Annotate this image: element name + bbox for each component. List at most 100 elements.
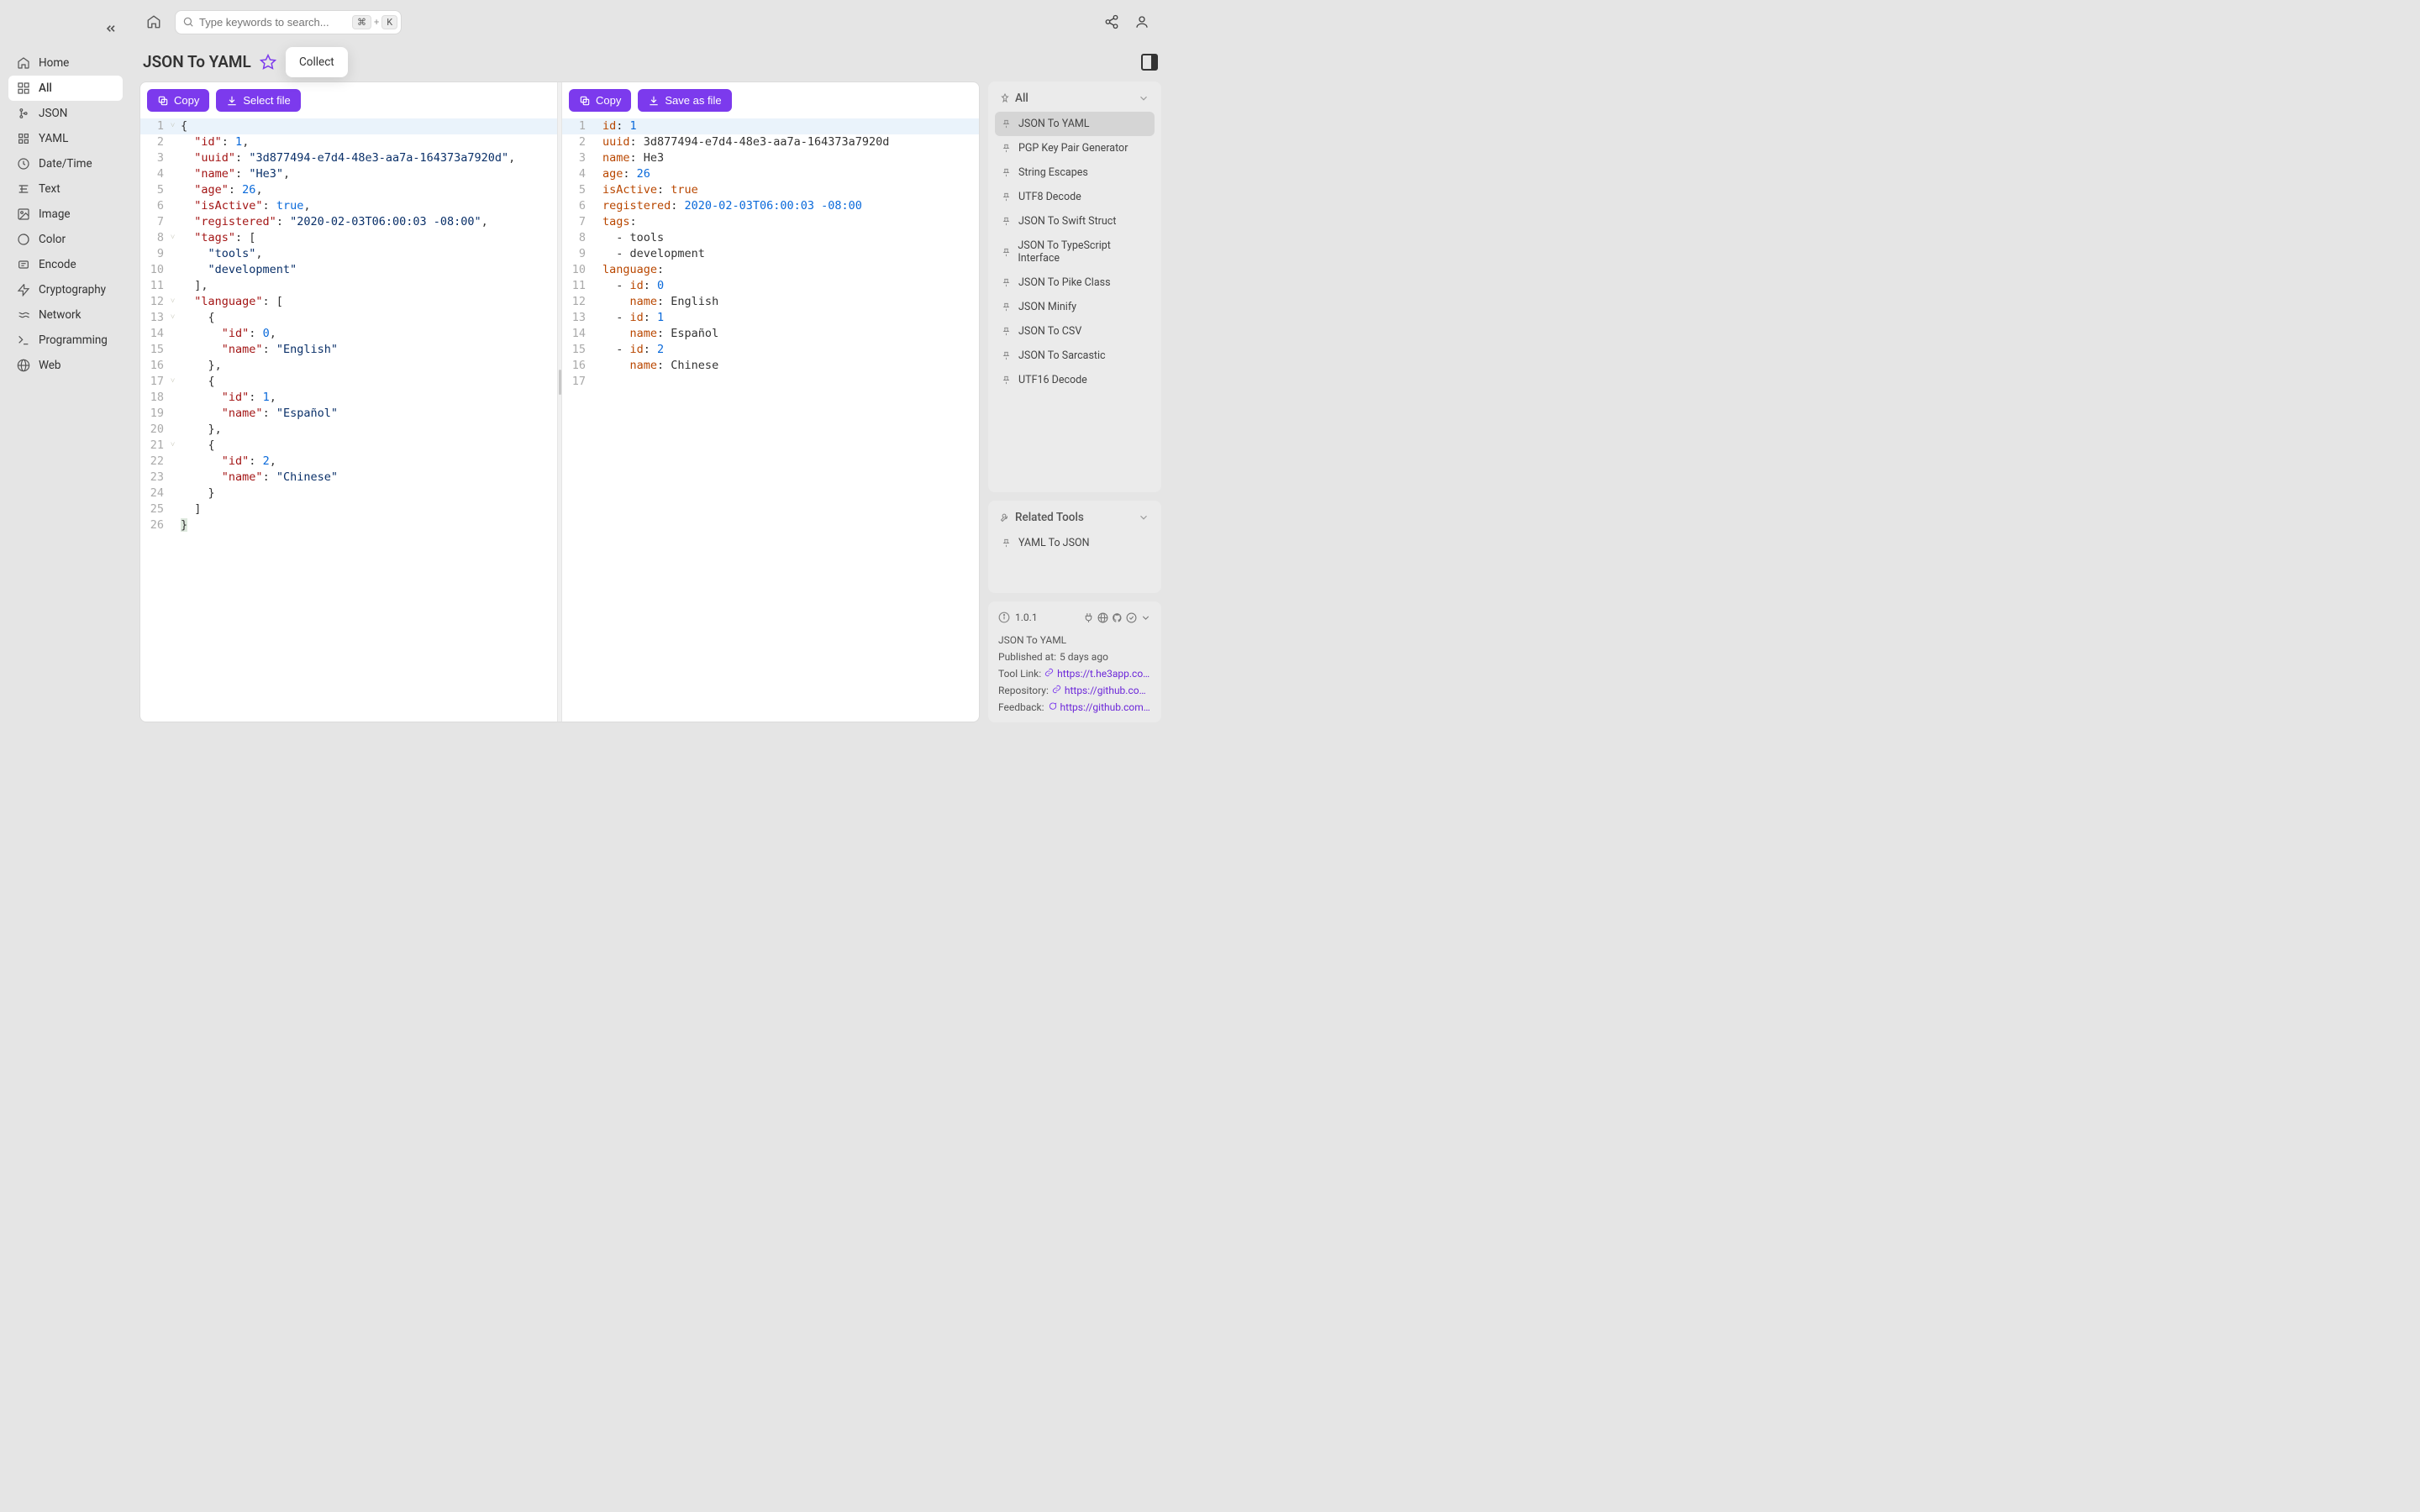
sidebar-item-yaml[interactable]: YAML	[8, 126, 123, 151]
rail-item[interactable]: JSON To Swift Struct	[995, 209, 1155, 234]
sidebar-item-color[interactable]: Color	[8, 227, 123, 252]
favorite-star-button[interactable]	[260, 54, 276, 71]
layout-toggle-button[interactable]	[1141, 54, 1158, 71]
home-button[interactable]	[141, 9, 166, 34]
feedback-link[interactable]: https://github.com/…	[1060, 701, 1151, 713]
sidebar-item-web[interactable]: Web	[8, 353, 123, 378]
user-icon[interactable]	[1134, 14, 1150, 29]
select-file-button[interactable]: Select file	[216, 89, 300, 112]
rail-item[interactable]: String Escapes	[995, 160, 1155, 185]
related-tools-header: Related Tools	[1015, 511, 1084, 524]
search-input[interactable]	[199, 16, 347, 29]
chevron-down-icon[interactable]	[1138, 512, 1150, 523]
info-panel: 1.0.1 JSON To YAML Published at: 5 days …	[988, 601, 1161, 722]
sidebar-item-label: Text	[39, 182, 60, 196]
sidebar-item-json[interactable]: JSON	[8, 101, 123, 126]
check-icon[interactable]	[1126, 612, 1137, 623]
chevron-down-icon[interactable]	[1138, 92, 1150, 104]
all-tools-header: All	[1015, 92, 1028, 105]
rail-item[interactable]: JSON Minify	[995, 295, 1155, 319]
pin-icon	[1002, 192, 1012, 202]
feedback-label: Feedback:	[998, 701, 1044, 713]
sidebar-item-label: Web	[39, 359, 61, 372]
sidebar-item-label: Image	[39, 207, 71, 221]
sidebar-item-encode[interactable]: Encode	[8, 252, 123, 277]
repo-link[interactable]: https://github.com…	[1065, 685, 1151, 696]
rail-item-label: String Escapes	[1018, 166, 1088, 179]
rail-item[interactable]: JSON To CSV	[995, 319, 1155, 344]
copy-input-button[interactable]: Copy	[147, 89, 209, 112]
sidebar-item-programming[interactable]: Programming	[8, 328, 123, 353]
json-editor[interactable]: 1˅{2 "id": 1,3 "uuid": "3d877494-e7d4-48…	[140, 118, 557, 722]
sidebar-item-cryptography[interactable]: Cryptography	[8, 277, 123, 302]
rail-item-label: JSON To Swift Struct	[1018, 215, 1116, 228]
chevron-down-icon[interactable]	[1140, 612, 1151, 623]
pin-icon	[1002, 217, 1012, 227]
globe-icon[interactable]	[1097, 612, 1108, 623]
encode-icon	[17, 258, 30, 271]
rail-item[interactable]: YAML To JSON	[995, 531, 1155, 555]
pin-icon	[1002, 327, 1012, 337]
plug-icon[interactable]	[1083, 612, 1094, 623]
published-label: Published at:	[998, 651, 1056, 663]
copy-output-button[interactable]: Copy	[569, 89, 631, 112]
all-icon	[17, 81, 30, 95]
sidebar-collapse-button[interactable]	[104, 22, 118, 35]
topbar: ⌘ + K	[131, 0, 1170, 44]
sidebar-item-label: Cryptography	[39, 283, 106, 297]
input-pane: Copy Select file 1˅{2 "id": 1,3 "uuid": …	[140, 82, 557, 722]
rail-item[interactable]: PGP Key Pair Generator	[995, 136, 1155, 160]
sidebar-item-text[interactable]: Text	[8, 176, 123, 202]
pin-icon	[1002, 375, 1012, 386]
editor-panel: Copy Select file 1˅{2 "id": 1,3 "uuid": …	[139, 81, 980, 722]
info-title: JSON To YAML	[998, 634, 1066, 646]
sidebar-item-home[interactable]: Home	[8, 50, 123, 76]
share-icon[interactable]	[1104, 14, 1119, 29]
rail-item-label: JSON To Pike Class	[1018, 276, 1111, 289]
repo-label: Repository:	[998, 685, 1049, 696]
pin-icon	[1002, 302, 1012, 312]
yaml-viewer[interactable]: 1id: 12uuid: 3d877494-e7d4-48e3-aa7a-164…	[562, 118, 979, 722]
json-icon	[17, 107, 30, 120]
image-icon	[17, 207, 30, 221]
search-shortcut: ⌘ + K	[352, 15, 397, 29]
text-icon	[17, 182, 30, 196]
web-icon	[17, 359, 30, 372]
sidebar-item-label: Home	[39, 56, 69, 70]
sidebar-item-all[interactable]: All	[8, 76, 123, 101]
rail-item[interactable]: UTF16 Decode	[995, 368, 1155, 392]
cryptography-icon	[17, 283, 30, 297]
pin-icon	[1002, 538, 1012, 549]
rail-item-label: JSON To TypeScript Interface	[1018, 239, 1148, 265]
sidebar-item-label: Programming	[39, 333, 108, 347]
pin-icon	[1000, 93, 1010, 103]
tool-link[interactable]: https://t.he3app.co…	[1057, 668, 1150, 680]
rail-item[interactable]: JSON To Pike Class	[995, 270, 1155, 295]
sidebar-item-label: Date/Time	[39, 157, 92, 171]
tool-link-label: Tool Link:	[998, 668, 1041, 680]
rail-item[interactable]: UTF8 Decode	[995, 185, 1155, 209]
color-icon	[17, 233, 30, 246]
home-icon	[17, 56, 30, 70]
rail-item-label: YAML To JSON	[1018, 537, 1090, 549]
sidebar-item-label: JSON	[39, 107, 67, 120]
right-rail: All JSON To YAML PGP Key Pair Generator St…	[988, 81, 1161, 722]
sidebar-item-label: All	[39, 81, 52, 95]
sidebar-item-network[interactable]: Network	[8, 302, 123, 328]
sidebar-item-datetime[interactable]: Date/Time	[8, 151, 123, 176]
rail-item-label: JSON To YAML	[1018, 118, 1090, 130]
search-box[interactable]: ⌘ + K	[175, 10, 402, 34]
rail-item-label: JSON To CSV	[1018, 325, 1081, 338]
rail-item[interactable]: JSON To YAML	[995, 112, 1155, 136]
page-title: JSON To YAML	[143, 52, 251, 71]
github-icon[interactable]	[1112, 612, 1123, 623]
sidebar-item-label: Network	[39, 308, 81, 322]
rail-item-label: JSON To Sarcastic	[1018, 349, 1106, 362]
link-icon	[1052, 685, 1061, 696]
rail-item[interactable]: JSON To Sarcastic	[995, 344, 1155, 368]
pane-resizer[interactable]	[557, 82, 562, 722]
rail-item[interactable]: JSON To TypeScript Interface	[995, 234, 1155, 270]
save-as-file-button[interactable]: Save as file	[638, 89, 731, 112]
yaml-icon	[17, 132, 30, 145]
sidebar-item-image[interactable]: Image	[8, 202, 123, 227]
